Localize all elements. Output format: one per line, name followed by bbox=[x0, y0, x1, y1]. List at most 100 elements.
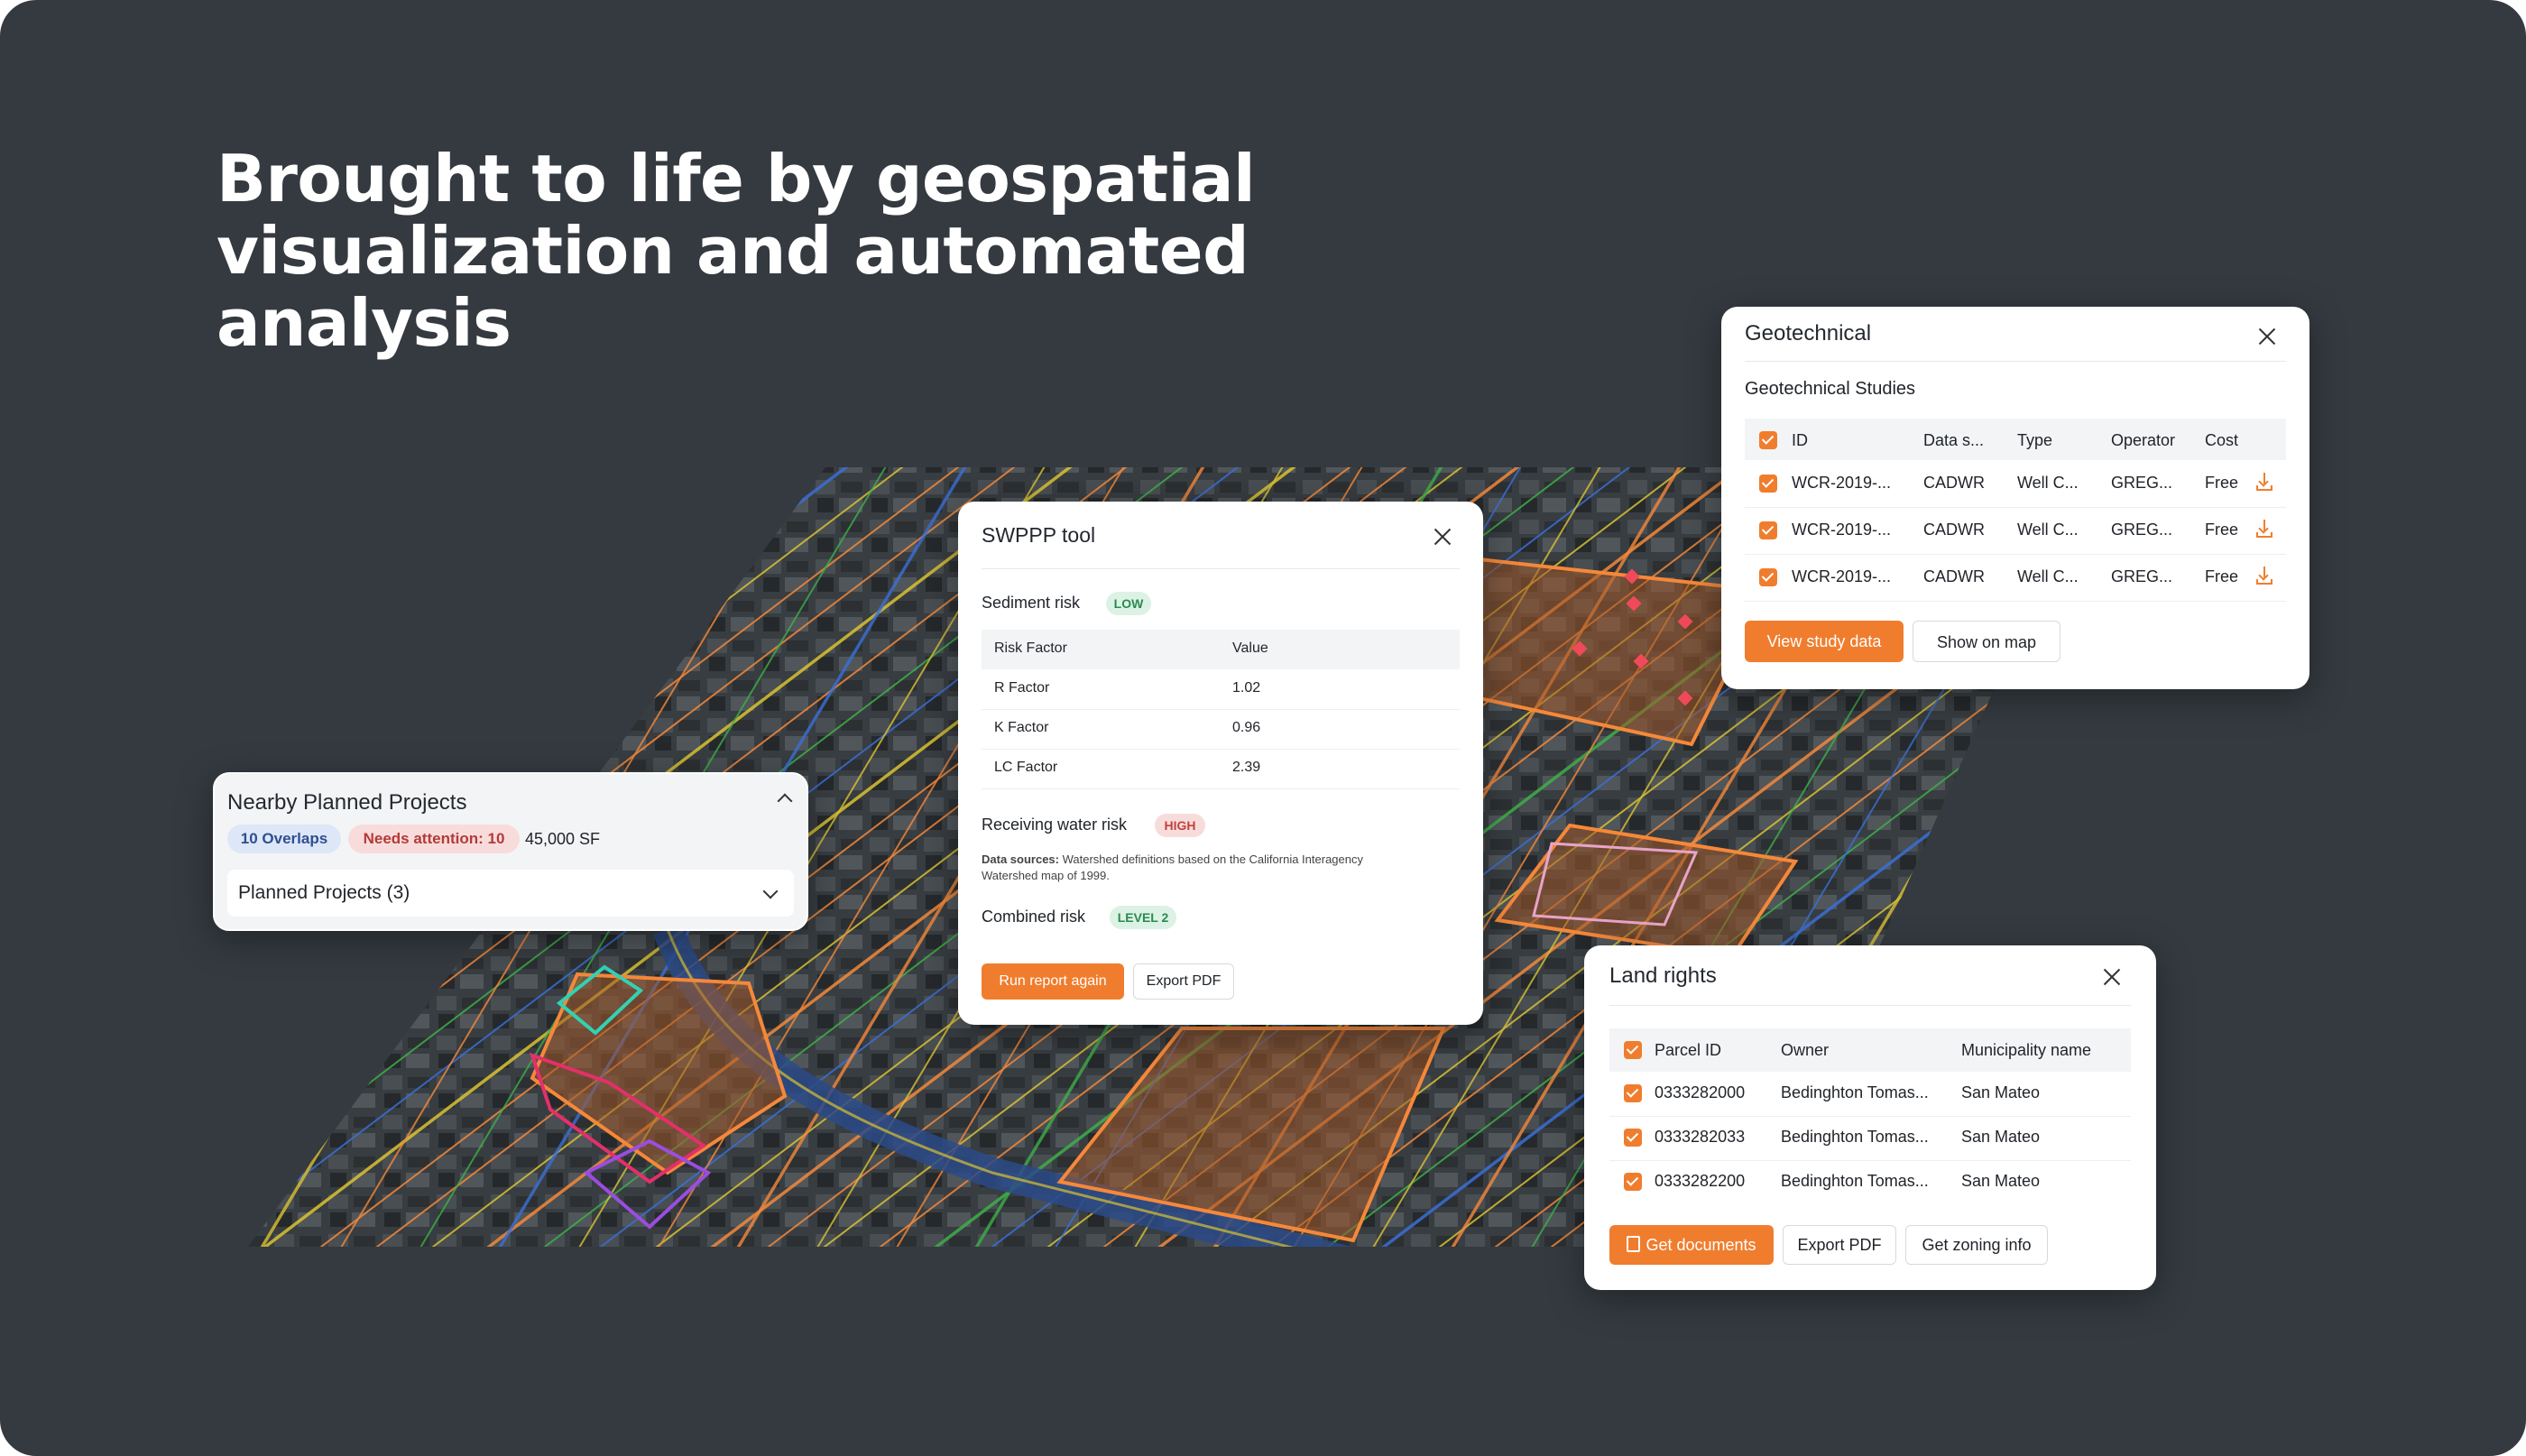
column-header[interactable]: Type bbox=[2017, 431, 2052, 450]
download-icon[interactable] bbox=[2255, 567, 2273, 586]
study-id: WCR-2019-... bbox=[1792, 474, 1892, 492]
run-report-button[interactable]: Run report again bbox=[982, 963, 1124, 1000]
receiving-water-risk-badge: HIGH bbox=[1155, 814, 1205, 837]
owner-name: Bedinghton Tomas... bbox=[1781, 1172, 1929, 1190]
data-sources-line-1: Watershed definitions based on the Calif… bbox=[1062, 852, 1363, 866]
study-cost: Free bbox=[2205, 474, 2239, 492]
study-type: Well C... bbox=[2017, 521, 2079, 539]
table-row: R Factor 1.02 bbox=[982, 669, 1460, 710]
row-checkbox[interactable] bbox=[1624, 1084, 1642, 1102]
download-icon[interactable] bbox=[2255, 473, 2273, 493]
column-header: Risk Factor bbox=[994, 640, 1067, 656]
municipality-name: San Mateo bbox=[1961, 1172, 2041, 1190]
column-header[interactable]: Municipality name bbox=[1961, 1041, 2091, 1060]
divider bbox=[1609, 1005, 2131, 1006]
receiving-water-risk-label: Receiving water risk bbox=[982, 816, 1128, 834]
view-study-data-button[interactable]: View study data bbox=[1745, 621, 1904, 662]
data-sources-line-2: Watershed map of 1999. bbox=[982, 869, 1110, 882]
street-line bbox=[2306, 433, 2526, 1281]
column-header[interactable]: Parcel ID bbox=[1655, 1041, 1721, 1060]
study-source: CADWR bbox=[1923, 521, 1985, 539]
select-all-checkbox[interactable] bbox=[1759, 431, 1777, 449]
sediment-risk-badge: LOW bbox=[1106, 592, 1151, 615]
export-pdf-button[interactable]: Export PDF bbox=[1133, 963, 1234, 1000]
column-header[interactable]: Data s... bbox=[1923, 431, 1984, 450]
owner-name: Bedinghton Tomas... bbox=[1781, 1083, 1929, 1101]
geotechnical-title: Geotechnical bbox=[1745, 321, 1872, 346]
overlaps-badge[interactable]: 10 Overlaps bbox=[227, 825, 341, 853]
land-rights-title: Land rights bbox=[1609, 963, 1717, 988]
study-source: CADWR bbox=[1923, 474, 1985, 492]
parcel-id: 0333282000 bbox=[1655, 1083, 1746, 1101]
geotechnical-subtitle: Geotechnical Studies bbox=[1745, 379, 1916, 399]
table-row[interactable]: WCR-2019-... CADWR Well C... GREG... Fre… bbox=[1745, 460, 2286, 508]
row-checkbox[interactable] bbox=[1624, 1129, 1642, 1147]
study-id: WCR-2019-... bbox=[1792, 567, 1892, 585]
parcel-id: 0333282200 bbox=[1655, 1172, 1746, 1190]
row-checkbox[interactable] bbox=[1759, 475, 1777, 493]
study-id: WCR-2019-... bbox=[1792, 521, 1892, 539]
geotechnical-panel: Geotechnical Geotechnical Studies ID Dat… bbox=[1721, 307, 2309, 689]
table-row[interactable]: 0333282000 Bedinghton Tomas... San Mateo bbox=[1609, 1072, 2131, 1117]
study-operator: GREG... bbox=[2111, 474, 2173, 492]
select-all-checkbox[interactable] bbox=[1624, 1041, 1642, 1059]
factor-value: 0.96 bbox=[1232, 720, 1261, 735]
combined-risk-label: Combined risk bbox=[982, 908, 1086, 926]
column-header: Value bbox=[1232, 640, 1268, 656]
study-cost: Free bbox=[2205, 567, 2239, 585]
data-sources-label: Data sources: bbox=[982, 852, 1059, 866]
nearby-projects-title: Nearby Planned Projects bbox=[227, 790, 467, 815]
factor-value: 2.39 bbox=[1232, 760, 1261, 775]
swppp-title: SWPPP tool bbox=[982, 523, 1096, 547]
divider bbox=[982, 568, 1460, 569]
sediment-risk-label: Sediment risk bbox=[982, 594, 1081, 612]
close-icon[interactable] bbox=[2255, 325, 2279, 348]
chevron-down-icon[interactable] bbox=[762, 883, 779, 899]
study-operator: GREG... bbox=[2111, 521, 2173, 539]
download-icon[interactable] bbox=[2255, 520, 2273, 539]
document-icon bbox=[1627, 1236, 1641, 1252]
table-row: LC Factor 2.39 bbox=[982, 749, 1460, 789]
factor-value: 1.02 bbox=[1232, 680, 1261, 696]
column-header[interactable]: Cost bbox=[2205, 431, 2238, 450]
data-sources-note: Data sources: Watershed definitions base… bbox=[982, 852, 1451, 884]
factor-name: R Factor bbox=[994, 680, 1050, 696]
study-operator: GREG... bbox=[2111, 567, 2173, 585]
planned-projects-dropdown[interactable]: Planned Projects (3) bbox=[227, 870, 794, 917]
needs-attention-badge[interactable]: Needs attention: 10 bbox=[348, 825, 520, 853]
column-header[interactable]: Owner bbox=[1781, 1041, 1829, 1060]
get-documents-label: Get documents bbox=[1646, 1236, 1756, 1254]
combined-risk-badge: LEVEL 2 bbox=[1110, 906, 1176, 929]
column-header[interactable]: ID bbox=[1792, 431, 1808, 450]
table-row[interactable]: WCR-2019-... CADWR Well C... GREG... Fre… bbox=[1745, 507, 2286, 555]
get-documents-button[interactable]: Get documents bbox=[1609, 1225, 1774, 1265]
parcel-id: 0333282033 bbox=[1655, 1128, 1746, 1146]
get-zoning-info-button[interactable]: Get zoning info bbox=[1905, 1225, 2048, 1265]
export-pdf-button[interactable]: Export PDF bbox=[1783, 1225, 1896, 1265]
factor-name: LC Factor bbox=[994, 760, 1058, 775]
swppp-panel: SWPPP tool Sediment risk LOW Risk Factor… bbox=[958, 502, 1483, 1025]
table-row[interactable]: 0333282033 Bedinghton Tomas... San Mateo bbox=[1609, 1116, 2131, 1161]
municipality-name: San Mateo bbox=[1961, 1083, 2041, 1101]
row-checkbox[interactable] bbox=[1759, 521, 1777, 539]
row-checkbox[interactable] bbox=[1759, 568, 1777, 586]
area-value: 45,000 SF bbox=[525, 830, 601, 848]
table-row[interactable]: WCR-2019-... CADWR Well C... GREG... Fre… bbox=[1745, 554, 2286, 602]
factor-name: K Factor bbox=[994, 720, 1049, 735]
close-icon[interactable] bbox=[1431, 525, 1454, 548]
study-type: Well C... bbox=[2017, 567, 2079, 585]
municipality-name: San Mateo bbox=[1961, 1128, 2041, 1146]
row-checkbox[interactable] bbox=[1624, 1173, 1642, 1191]
owner-name: Bedinghton Tomas... bbox=[1781, 1128, 1929, 1146]
table-row[interactable]: 0333282200 Bedinghton Tomas... San Mateo bbox=[1609, 1160, 2131, 1204]
land-rights-panel: Land rights Parcel ID Owner Municipality… bbox=[1584, 945, 2156, 1290]
table-row: K Factor 0.96 bbox=[982, 709, 1460, 750]
chevron-up-icon[interactable] bbox=[777, 793, 793, 809]
show-on-map-button[interactable]: Show on map bbox=[1913, 621, 2060, 662]
study-source: CADWR bbox=[1923, 567, 1985, 585]
planned-projects-label: Planned Projects (3) bbox=[238, 882, 410, 903]
close-icon[interactable] bbox=[2100, 965, 2124, 989]
column-header[interactable]: Operator bbox=[2111, 431, 2175, 450]
hero-canvas: Brought to life by geospatial visualizat… bbox=[0, 0, 2526, 1456]
study-cost: Free bbox=[2205, 521, 2239, 539]
